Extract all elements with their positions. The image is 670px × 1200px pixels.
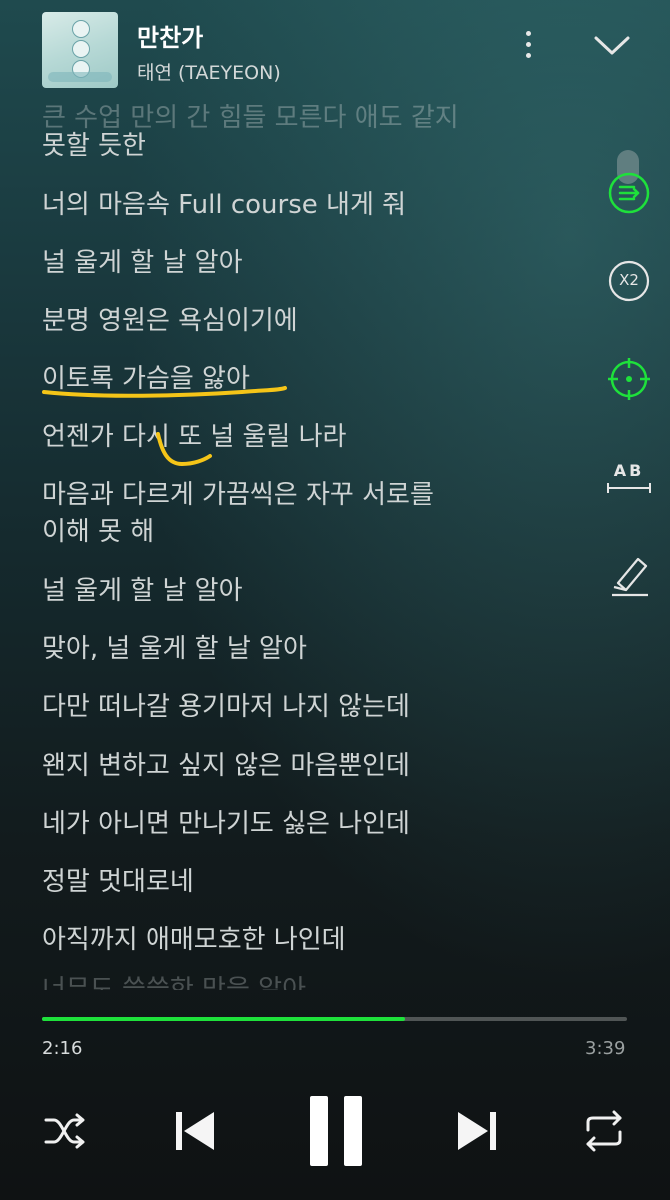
repeat-button[interactable] — [582, 1110, 626, 1156]
collapse-button[interactable] — [590, 30, 634, 60]
more-vertical-icon — [515, 31, 541, 58]
next-button[interactable] — [456, 1109, 498, 1157]
highlight-button[interactable] — [606, 553, 652, 599]
playback-speed-button[interactable]: X2 — [606, 258, 652, 304]
player-header: 만찬가 태연 (TAEYEON) — [0, 0, 670, 100]
focus-button[interactable] — [606, 356, 652, 402]
repeat-icon — [586, 1110, 622, 1152]
target-focus-icon — [608, 358, 650, 400]
lyric-line[interactable]: 너의 마음속 Full course 내게 줘 — [42, 187, 406, 223]
album-art-wave — [48, 72, 112, 82]
total-time: 3:39 — [585, 1038, 626, 1059]
lyric-line[interactable]: 아직까지 애매모호한 나인데 — [42, 922, 346, 958]
lyrics-panel[interactable]: 큰 수업 만의 간 힘들 모른다 애도 같지 못할 듯한 너의 마음속 Full… — [42, 100, 602, 990]
album-art-circle — [72, 20, 90, 38]
lyric-line[interactable]: 마음과 다르게 가끔씩은 자꾸 서로를 — [42, 477, 434, 513]
pause-icon — [310, 1096, 362, 1166]
shuffle-button[interactable] — [42, 1110, 88, 1156]
font-size-label: AB — [613, 461, 645, 480]
album-art-circle — [72, 40, 90, 58]
lyric-line[interactable]: 널 울게 할 날 알아 — [42, 573, 243, 609]
progress-bar[interactable] — [42, 1017, 627, 1021]
current-time: 2:16 — [42, 1038, 83, 1059]
lyric-line[interactable]: 못할 듯한 — [42, 128, 146, 164]
progress-fill — [42, 1017, 406, 1021]
lyric-line[interactable]: 이해 못 해 — [42, 514, 154, 550]
shuffle-icon — [44, 1113, 85, 1149]
font-size-button[interactable]: AB — [606, 455, 652, 501]
more-options-button[interactable] — [515, 28, 541, 68]
lyric-line[interactable]: 분명 영원은 욕심이기에 — [42, 303, 298, 339]
lyric-line[interactable]: 맞아, 널 울게 할 날 알아 — [42, 631, 307, 667]
song-title[interactable]: 만찬가 — [137, 18, 203, 53]
speed-label: X2 — [619, 271, 639, 289]
lyrics-autoscroll-icon — [608, 172, 650, 214]
font-size-icon — [607, 483, 651, 493]
skip-previous-icon — [176, 1112, 214, 1150]
album-art[interactable] — [42, 12, 118, 88]
lyric-line[interactable]: 언젠가 다시 또 널 울릴 나라 — [42, 419, 346, 455]
highlighter-icon — [612, 557, 648, 597]
lyric-line[interactable]: 너무도 쓸쓸한 맛을 알아 — [42, 972, 306, 990]
pause-button[interactable] — [308, 1094, 364, 1172]
lyrics-autoscroll-button[interactable] — [606, 170, 652, 216]
lyric-line[interactable]: 네가 아니면 만나기도 싫은 나인데 — [42, 806, 410, 842]
lyric-line[interactable]: 널 울게 할 날 알아 — [42, 245, 243, 281]
lyric-line[interactable]: 왠지 변하고 싶지 않은 마음뿐인데 — [42, 748, 410, 784]
lyric-line[interactable]: 다만 떠나갈 용기마저 나지 않는데 — [42, 689, 410, 725]
lyric-line[interactable]: 정말 멋대로네 — [42, 864, 194, 900]
lyric-line[interactable]: 이토록 가슴을 앓아 — [42, 361, 250, 397]
previous-button[interactable] — [174, 1109, 216, 1157]
artist-name[interactable]: 태연 (TAEYEON) — [137, 58, 281, 85]
skip-next-icon — [458, 1112, 496, 1150]
chevron-down-icon — [594, 36, 630, 55]
